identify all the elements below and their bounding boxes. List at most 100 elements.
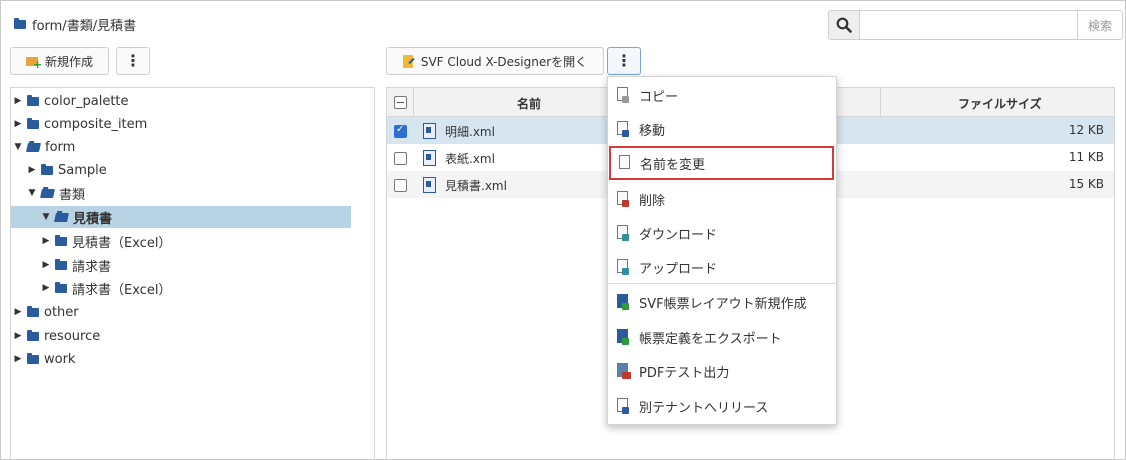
designer-icon xyxy=(402,54,415,68)
row-checkbox[interactable] xyxy=(394,179,407,192)
tree-item-label: color_palette xyxy=(44,93,129,109)
menu-item-upload[interactable]: アップロード xyxy=(608,250,836,284)
expand-arrow-icon[interactable]: ▶ xyxy=(14,307,22,317)
menu-item-label: コピー xyxy=(639,89,679,105)
collapse-arrow-icon[interactable]: ▼ xyxy=(14,142,22,152)
copy-badge-icon xyxy=(622,96,629,103)
column-header-size[interactable]: ファイルサイズ xyxy=(958,95,1042,112)
tree-item-resource[interactable]: ▶ resource xyxy=(14,325,101,347)
tree-item-label: 書類 xyxy=(59,187,86,203)
expand-arrow-icon[interactable]: ▶ xyxy=(28,165,36,175)
menu-divider xyxy=(608,283,836,284)
search-bar: 検索 xyxy=(828,10,1123,40)
expand-arrow-icon[interactable]: ▶ xyxy=(42,260,50,270)
menu-item-rename[interactable]: 名前を変更 xyxy=(609,146,834,180)
tree-item-label: 見積書 xyxy=(73,211,113,227)
folder-icon xyxy=(55,281,67,293)
tree-item-label: other xyxy=(44,304,79,320)
menu-item-label: 別テナントへリリース xyxy=(639,400,769,416)
tree-item-form[interactable]: ▼ form xyxy=(14,136,76,158)
xml-file-icon xyxy=(423,123,436,139)
row-checkbox[interactable] xyxy=(394,152,407,165)
select-all-checkbox[interactable] xyxy=(394,96,407,109)
file-more-button[interactable]: ⋮ xyxy=(607,47,641,75)
tree-item-composite-item[interactable]: ▶ composite_item xyxy=(14,113,148,135)
search-button[interactable]: 検索 xyxy=(1077,11,1122,39)
tree-item-color-palette[interactable]: ▶ color_palette xyxy=(14,90,129,112)
release-badge-icon xyxy=(622,407,629,414)
folder-icon xyxy=(55,258,67,270)
file-name: 明細.xml xyxy=(445,125,495,139)
expand-arrow-icon[interactable]: ▶ xyxy=(14,96,22,106)
menu-item-label: SVF帳票レイアウト新規作成 xyxy=(639,296,807,312)
column-header-name[interactable]: 名前 xyxy=(517,95,541,112)
menu-item-label: 削除 xyxy=(639,193,666,209)
tree-item-label: resource xyxy=(44,328,101,344)
search-input[interactable] xyxy=(860,11,1077,39)
expand-arrow-icon[interactable]: ▶ xyxy=(14,119,22,129)
kebab-icon: ⋮ xyxy=(125,51,141,70)
folder-icon xyxy=(27,329,39,341)
menu-item-move[interactable]: 移動 xyxy=(608,112,836,146)
file-name: 表紙.xml xyxy=(445,152,495,166)
tree-item-label: 見積書（Excel） xyxy=(72,235,172,251)
new-create-button[interactable]: + 新規作成 xyxy=(10,47,109,75)
file-name: 見積書.xml xyxy=(445,179,507,193)
folder-open-icon xyxy=(40,188,55,198)
download-badge-icon xyxy=(622,234,629,241)
xml-file-icon xyxy=(423,150,436,166)
pdf-badge-icon xyxy=(622,372,631,379)
move-badge-icon xyxy=(622,130,629,137)
context-menu: コピー 移動 名前を変更 削除 ダウンロード アップロード SVF帳票レイアウト… xyxy=(607,76,837,425)
menu-item-download[interactable]: ダウンロード xyxy=(608,216,836,250)
menu-item-label: 名前を変更 xyxy=(640,157,706,173)
search-icon[interactable] xyxy=(829,11,860,39)
tree-item-label: 請求書（Excel） xyxy=(72,282,172,298)
file-size: 12 KB xyxy=(1068,123,1104,137)
tree-item-mitsumorisho-excel[interactable]: ▶ 見積書（Excel） xyxy=(42,230,171,252)
tree-item-label: 請求書 xyxy=(72,259,112,275)
tree-item-sample[interactable]: ▶ Sample xyxy=(28,159,107,181)
tree-item-mitsumorisho[interactable]: ▼ 見積書 xyxy=(11,206,351,228)
folder-open-icon xyxy=(26,142,41,152)
collapse-arrow-icon[interactable]: ▼ xyxy=(28,188,36,198)
menu-item-label: 帳票定義をエクスポート xyxy=(639,331,782,347)
menu-item-release[interactable]: 別テナントへリリース xyxy=(608,389,836,423)
folder-icon xyxy=(27,305,39,317)
menu-item-export[interactable]: 帳票定義をエクスポート xyxy=(608,320,836,354)
menu-item-label: アップロード xyxy=(639,261,718,277)
delete-badge-icon xyxy=(622,200,629,207)
tree-item-seikyusho-excel[interactable]: ▶ 請求書（Excel） xyxy=(42,277,171,299)
expand-arrow-icon[interactable]: ▶ xyxy=(14,331,22,341)
new-layout-badge-icon xyxy=(622,303,629,310)
collapse-arrow-icon[interactable]: ▼ xyxy=(42,212,50,222)
tree-item-work[interactable]: ▶ work xyxy=(14,348,76,370)
menu-item-copy[interactable]: コピー xyxy=(608,78,836,112)
kebab-icon: ⋮ xyxy=(616,51,632,70)
rename-icon xyxy=(619,155,630,169)
folder-icon xyxy=(27,352,39,364)
menu-item-new-layout[interactable]: SVF帳票レイアウト新規作成 xyxy=(608,285,836,319)
upload-badge-icon xyxy=(622,268,629,275)
open-designer-button[interactable]: SVF Cloud X-Designerを開く xyxy=(386,47,604,75)
folder-icon xyxy=(41,163,53,175)
expand-arrow-icon[interactable]: ▶ xyxy=(14,354,22,364)
tree-item-other[interactable]: ▶ other xyxy=(14,301,79,323)
tree-more-button[interactable]: ⋮ xyxy=(116,47,150,75)
menu-item-pdf-test[interactable]: PDFテスト出力 xyxy=(608,354,836,388)
export-badge-icon xyxy=(622,338,629,345)
menu-item-label: PDFテスト出力 xyxy=(639,365,730,381)
folder-icon xyxy=(55,234,67,246)
row-checkbox[interactable] xyxy=(394,124,407,138)
tree-item-label: Sample xyxy=(58,162,107,178)
open-designer-label: SVF Cloud X-Designerを開く xyxy=(420,54,588,69)
file-size: 11 KB xyxy=(1068,150,1104,164)
new-create-label: 新規作成 xyxy=(44,54,93,69)
expand-arrow-icon[interactable]: ▶ xyxy=(42,283,50,293)
tree-item-shorui[interactable]: ▼ 書類 xyxy=(28,182,85,204)
tree-item-seikyusho[interactable]: ▶ 請求書 xyxy=(42,254,111,276)
tree-item-label: work xyxy=(44,351,76,367)
expand-arrow-icon[interactable]: ▶ xyxy=(42,236,50,246)
menu-item-label: 移動 xyxy=(639,123,666,139)
menu-item-delete[interactable]: 削除 xyxy=(608,182,836,216)
